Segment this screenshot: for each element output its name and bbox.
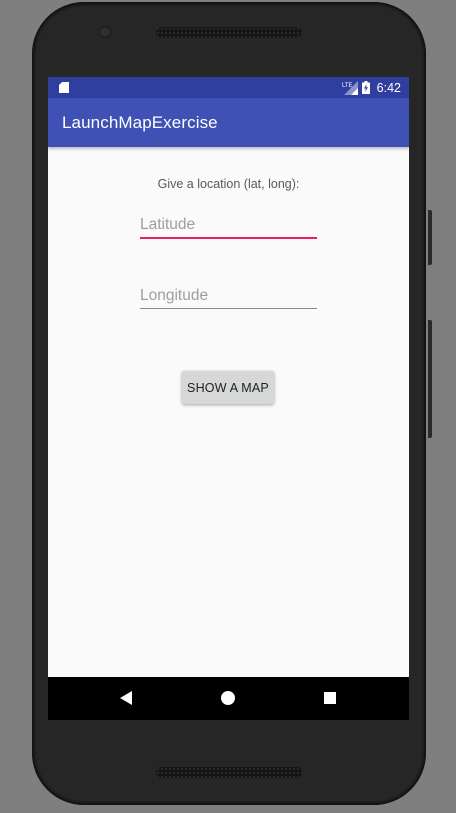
power-button[interactable] bbox=[428, 210, 432, 265]
app-title: LaunchMapExercise bbox=[62, 113, 218, 132]
bottom-speaker-grille bbox=[156, 767, 302, 778]
main-content: Give a location (lat, long): SHOW A MAP bbox=[48, 147, 409, 677]
recents-button[interactable] bbox=[319, 687, 341, 709]
top-speaker-grille bbox=[156, 27, 302, 38]
home-icon bbox=[221, 691, 235, 705]
status-bar: LTE 6:42 bbox=[48, 77, 409, 98]
back-button[interactable] bbox=[115, 687, 137, 709]
volume-rocker[interactable] bbox=[428, 320, 432, 438]
network-type-label: LTE bbox=[342, 83, 353, 89]
show-map-button[interactable]: SHOW A MAP bbox=[182, 371, 274, 404]
latitude-input[interactable] bbox=[140, 213, 317, 239]
device-screen: LTE 6:42 LaunchMapExercise Give a locati… bbox=[48, 77, 409, 720]
recents-icon bbox=[324, 692, 336, 704]
navigation-bar bbox=[48, 677, 409, 720]
front-camera bbox=[100, 27, 110, 37]
home-button[interactable] bbox=[217, 687, 239, 709]
back-icon bbox=[120, 691, 132, 705]
sd-card-icon bbox=[59, 82, 69, 93]
app-bar: LaunchMapExercise bbox=[48, 98, 409, 147]
lte-signal-icon: LTE bbox=[342, 80, 358, 95]
location-prompt: Give a location (lat, long): bbox=[157, 177, 300, 191]
longitude-input[interactable] bbox=[140, 284, 317, 309]
battery-charging-icon bbox=[361, 81, 370, 94]
status-clock: 6:42 bbox=[376, 80, 401, 95]
